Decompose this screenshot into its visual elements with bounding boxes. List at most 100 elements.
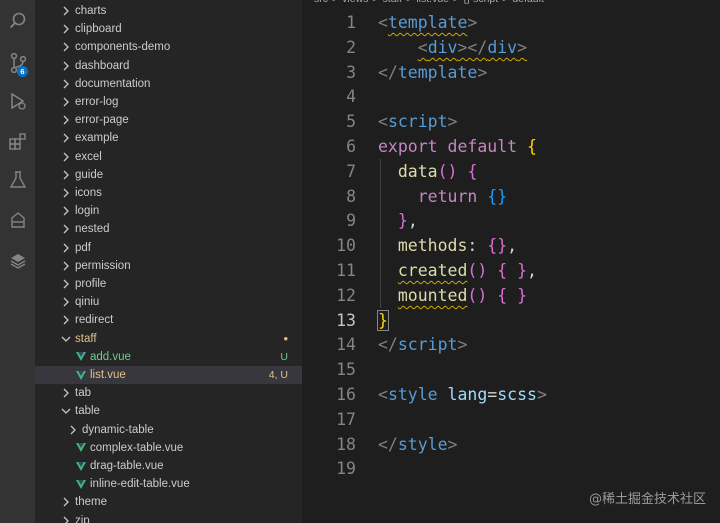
code-token: { — [497, 285, 508, 305]
chevron-right-icon[interactable] — [61, 384, 71, 402]
chevron-right-icon[interactable] — [61, 38, 71, 56]
code-line[interactable]: 18 </style> — [302, 432, 720, 457]
line-number: 16 — [336, 385, 356, 404]
breadcrumb-item[interactable]: views — [342, 0, 368, 5]
folder-item[interactable]: table — [35, 402, 302, 420]
file-item[interactable]: list.vue 4, U — [35, 366, 302, 384]
chevron-right-icon[interactable] — [61, 202, 71, 220]
search-icon[interactable] — [0, 6, 35, 36]
remote-explorer-icon[interactable] — [0, 205, 35, 235]
chevron-right-icon[interactable] — [61, 512, 71, 523]
chevron-right-icon[interactable] — [61, 2, 71, 20]
folder-item[interactable]: components-demo — [35, 38, 302, 56]
code-token: < — [378, 112, 388, 132]
chevron-right-icon[interactable] — [61, 184, 71, 202]
folder-item[interactable]: dynamic-table — [35, 421, 302, 439]
folder-item[interactable]: qiniu — [35, 293, 302, 311]
folder-item[interactable]: profile — [35, 275, 302, 293]
extensions-icon[interactable] — [0, 126, 35, 156]
code-line[interactable]: 1 <template> — [302, 10, 720, 35]
chevron-right-icon[interactable] — [61, 148, 71, 166]
testing-icon[interactable] — [0, 165, 35, 195]
code-line[interactable]: 9 }, — [302, 208, 720, 233]
code-line[interactable]: 13} — [302, 308, 720, 333]
folder-item[interactable]: pdf — [35, 239, 302, 257]
breadcrumb-item[interactable]: default — [512, 0, 544, 5]
file-item[interactable]: drag-table.vue — [35, 457, 302, 475]
folder-item[interactable]: charts — [35, 2, 302, 20]
folder-item[interactable]: nested — [35, 220, 302, 238]
line-number: 1 — [346, 13, 356, 32]
code-line[interactable]: 3 </template> — [302, 60, 720, 85]
code-line[interactable]: 19 — [302, 456, 720, 481]
folder-item[interactable]: documentation — [35, 75, 302, 93]
folder-item[interactable]: tab — [35, 384, 302, 402]
folder-item[interactable]: example — [35, 129, 302, 147]
folder-item[interactable]: staff • — [35, 330, 302, 348]
code-token: div — [487, 37, 518, 57]
code-line[interactable]: 12 mounted() { } — [302, 283, 720, 308]
folder-item[interactable]: login — [35, 202, 302, 220]
run-debug-icon[interactable] — [0, 86, 35, 116]
code-line[interactable]: 8 return {} — [302, 184, 720, 209]
folder-item[interactable]: icons — [35, 184, 302, 202]
code-line[interactable]: 4 — [302, 84, 720, 109]
file-item[interactable]: add.vue U — [35, 348, 302, 366]
code-line[interactable]: 2 <div></div> — [302, 35, 720, 60]
git-status-badge: • — [283, 330, 288, 346]
code-token: > — [467, 13, 478, 32]
folder-item[interactable]: excel — [35, 148, 302, 166]
code-line[interactable]: 5 <script> — [302, 109, 720, 134]
chevron-right-icon[interactable] — [61, 293, 71, 311]
code-line[interactable]: 10 methods: {}, — [302, 233, 720, 258]
folder-item[interactable]: permission — [35, 257, 302, 275]
chevron-right-icon[interactable] — [61, 220, 71, 238]
code-line[interactable]: 6 export default { — [302, 134, 720, 159]
code-editor[interactable]: src>views>staff>list.vue>{} script>defau… — [302, 0, 720, 523]
code-token: default — [447, 137, 518, 156]
line-number: 11 — [336, 261, 356, 280]
database-icon[interactable] — [0, 246, 35, 276]
code-text: } — [377, 308, 389, 333]
chevron-right-icon[interactable] — [61, 275, 71, 293]
code-line[interactable]: 16 <style lang=scss> — [302, 382, 720, 407]
folder-item[interactable]: zip — [35, 512, 302, 523]
breadcrumb-item[interactable]: {} script — [463, 0, 498, 5]
chevron-right-icon[interactable] — [61, 75, 71, 93]
code-line[interactable]: 7 data() { — [302, 159, 720, 184]
breadcrumb-item[interactable]: src — [314, 0, 328, 5]
chevron-right-icon[interactable] — [61, 20, 71, 38]
chevron-down-icon[interactable] — [61, 330, 71, 348]
breadcrumb-item[interactable]: list.vue — [416, 0, 449, 5]
folder-item[interactable]: theme — [35, 493, 302, 511]
folder-item[interactable]: error-log — [35, 93, 302, 111]
code-line[interactable]: 15 — [302, 357, 720, 382]
breadcrumb-item[interactable]: staff — [383, 0, 403, 5]
chevron-right-icon[interactable] — [68, 421, 78, 439]
chevron-right-icon[interactable] — [61, 93, 71, 111]
code-line[interactable]: 11 created() { }, — [302, 258, 720, 283]
folder-item[interactable]: redirect — [35, 311, 302, 329]
tree-item-label: staff — [75, 332, 97, 345]
chevron-right-icon[interactable] — [61, 57, 71, 75]
folder-item[interactable]: dashboard — [35, 57, 302, 75]
code-line[interactable]: 14 </script> — [302, 332, 720, 357]
chevron-right-icon[interactable] — [61, 166, 71, 184]
folder-item[interactable]: clipboard — [35, 20, 302, 38]
chevron-right-icon[interactable] — [61, 493, 71, 511]
file-item[interactable]: inline-edit-table.vue — [35, 475, 302, 493]
chevron-down-icon[interactable] — [61, 402, 71, 420]
chevron-right-icon[interactable] — [61, 111, 71, 129]
chevron-right-icon[interactable] — [61, 257, 71, 275]
chevron-right-icon[interactable] — [61, 129, 71, 147]
chevron-right-icon[interactable] — [61, 311, 71, 329]
file-item[interactable]: complex-table.vue — [35, 439, 302, 457]
chevron-right-icon[interactable] — [61, 239, 71, 257]
folder-item[interactable]: guide — [35, 166, 302, 184]
code-line[interactable]: 17 — [302, 407, 720, 432]
folder-item[interactable]: error-page — [35, 111, 302, 129]
